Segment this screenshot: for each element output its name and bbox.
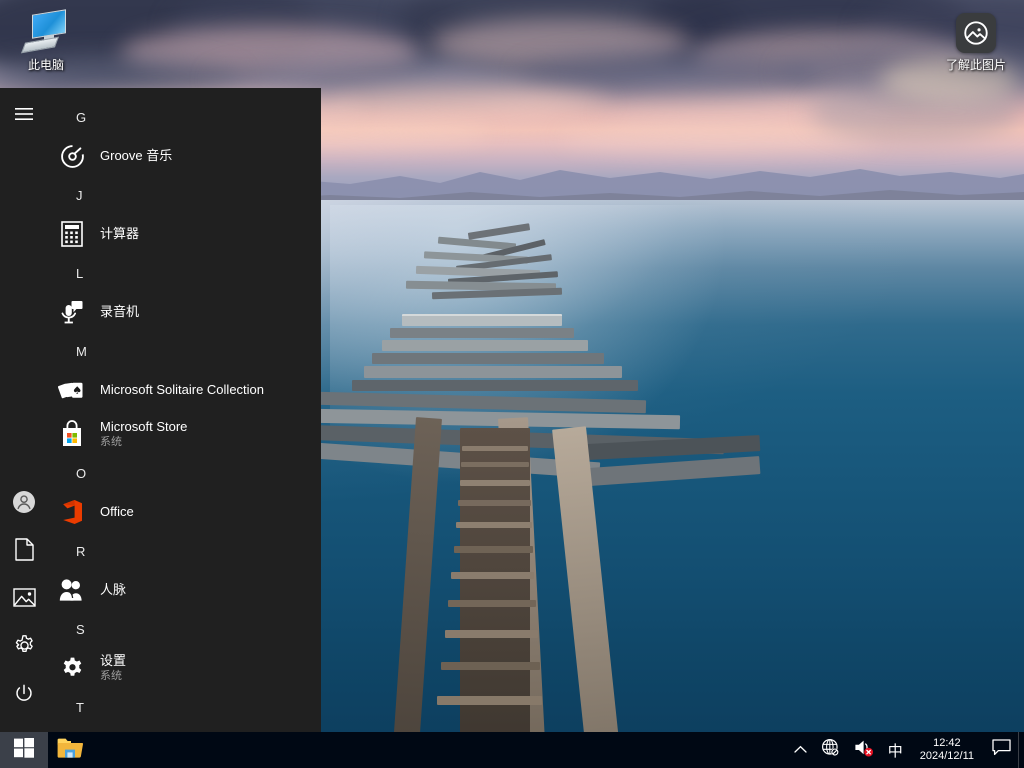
power-icon: [13, 683, 35, 710]
clock-time: 12:42: [933, 737, 961, 750]
people-icon: [56, 574, 88, 606]
microsoft-store-icon: [56, 418, 88, 450]
gear-icon: [56, 652, 88, 684]
taskbar[interactable]: 中 12:42 2024/12/11: [0, 732, 1024, 768]
taskbar-item-file-explorer[interactable]: [48, 732, 92, 768]
speech-bubble-icon: [992, 739, 1011, 761]
app-item-voice-recorder[interactable]: 录音机: [48, 290, 321, 334]
rail-item-power[interactable]: [0, 672, 48, 720]
document-icon: [15, 538, 34, 566]
system-tray[interactable]: 中 12:42 2024/12/11: [787, 732, 1024, 768]
clock-date: 2024/12/11: [920, 750, 974, 763]
group-letter[interactable]: O: [48, 456, 321, 490]
windows-logo-icon: [14, 738, 34, 763]
solitaire-icon: [56, 374, 88, 406]
group-letter[interactable]: R: [48, 534, 321, 568]
folder-explorer-icon: [57, 737, 83, 764]
groove-music-icon: [56, 140, 88, 172]
calculator-icon: [56, 218, 88, 250]
app-item-people[interactable]: 人脉: [48, 568, 321, 612]
app-item-groove-music[interactable]: Groove 音乐: [48, 134, 321, 178]
office-icon: [56, 496, 88, 528]
picture-icon: [13, 588, 36, 612]
app-item-settings[interactable]: 设置 系统: [48, 646, 321, 690]
app-label: 计算器: [100, 226, 315, 242]
network-status-button[interactable]: [814, 732, 847, 768]
globe-no-internet-icon: [821, 738, 840, 762]
start-button[interactable]: [0, 732, 48, 768]
show-desktop-button[interactable]: [1018, 732, 1024, 768]
app-item-microsoft-solitaire-collection[interactable]: Microsoft Solitaire Collection: [48, 368, 321, 412]
rail-item-settings[interactable]: [0, 624, 48, 672]
voice-recorder-icon: [56, 296, 88, 328]
start-menu-rail: [0, 88, 48, 732]
desktop-icon-label: 此电脑: [2, 58, 90, 73]
app-sublabel: 系统: [100, 669, 315, 683]
ime-indicator-button[interactable]: 中: [881, 732, 910, 768]
user-avatar-icon: [12, 490, 36, 519]
desktop-icon-label: 了解此图片: [932, 58, 1020, 73]
speaker-muted-icon: [854, 738, 874, 762]
app-item-microsoft-store[interactable]: Microsoft Store 系统: [48, 412, 321, 456]
picture-info-icon: [932, 8, 1020, 58]
computer-icon: [2, 8, 90, 58]
app-label: Microsoft Store: [100, 419, 315, 435]
group-letter[interactable]: L: [48, 256, 321, 290]
app-label: 录音机: [100, 304, 315, 320]
app-label: Office: [100, 504, 315, 520]
desktop-icon-this-pc[interactable]: 此电脑: [2, 8, 90, 73]
group-letter[interactable]: T: [48, 690, 321, 724]
app-sublabel: 系统: [100, 435, 315, 449]
group-letter[interactable]: S: [48, 612, 321, 646]
taskbar-clock[interactable]: 12:42 2024/12/11: [910, 732, 984, 768]
app-label: 设置: [100, 653, 315, 669]
show-hidden-icons-button[interactable]: [787, 732, 814, 768]
group-letter[interactable]: G: [48, 100, 321, 134]
start-menu-app-list[interactable]: G Groove 音乐 J: [48, 88, 321, 732]
hamburger-icon: [15, 107, 33, 126]
wallpaper-pier: [320, 200, 1024, 768]
gear-icon: [13, 634, 36, 662]
app-item-calculator[interactable]: 计算器: [48, 212, 321, 256]
app-label: Microsoft Solitaire Collection: [100, 382, 315, 398]
rail-item-user-account[interactable]: [0, 480, 48, 528]
rail-item-pictures[interactable]: [0, 576, 48, 624]
app-label: 人脉: [100, 582, 315, 598]
volume-button[interactable]: [847, 732, 881, 768]
rail-item-documents[interactable]: [0, 528, 48, 576]
app-label: Groove 音乐: [100, 148, 315, 164]
chevron-up-icon: [794, 741, 807, 759]
group-letter[interactable]: M: [48, 334, 321, 368]
app-item-office[interactable]: Office: [48, 490, 321, 534]
desktop-icon-learn-about-picture[interactable]: 了解此图片: [932, 8, 1020, 73]
action-center-button[interactable]: [984, 732, 1018, 768]
hamburger-menu-button[interactable]: [0, 92, 48, 140]
app-item-tencent-software-folder[interactable]: 腾讯软件: [48, 724, 321, 732]
group-letter[interactable]: J: [48, 178, 321, 212]
ime-label: 中: [888, 740, 903, 761]
start-menu[interactable]: G Groove 音乐 J: [0, 88, 321, 732]
